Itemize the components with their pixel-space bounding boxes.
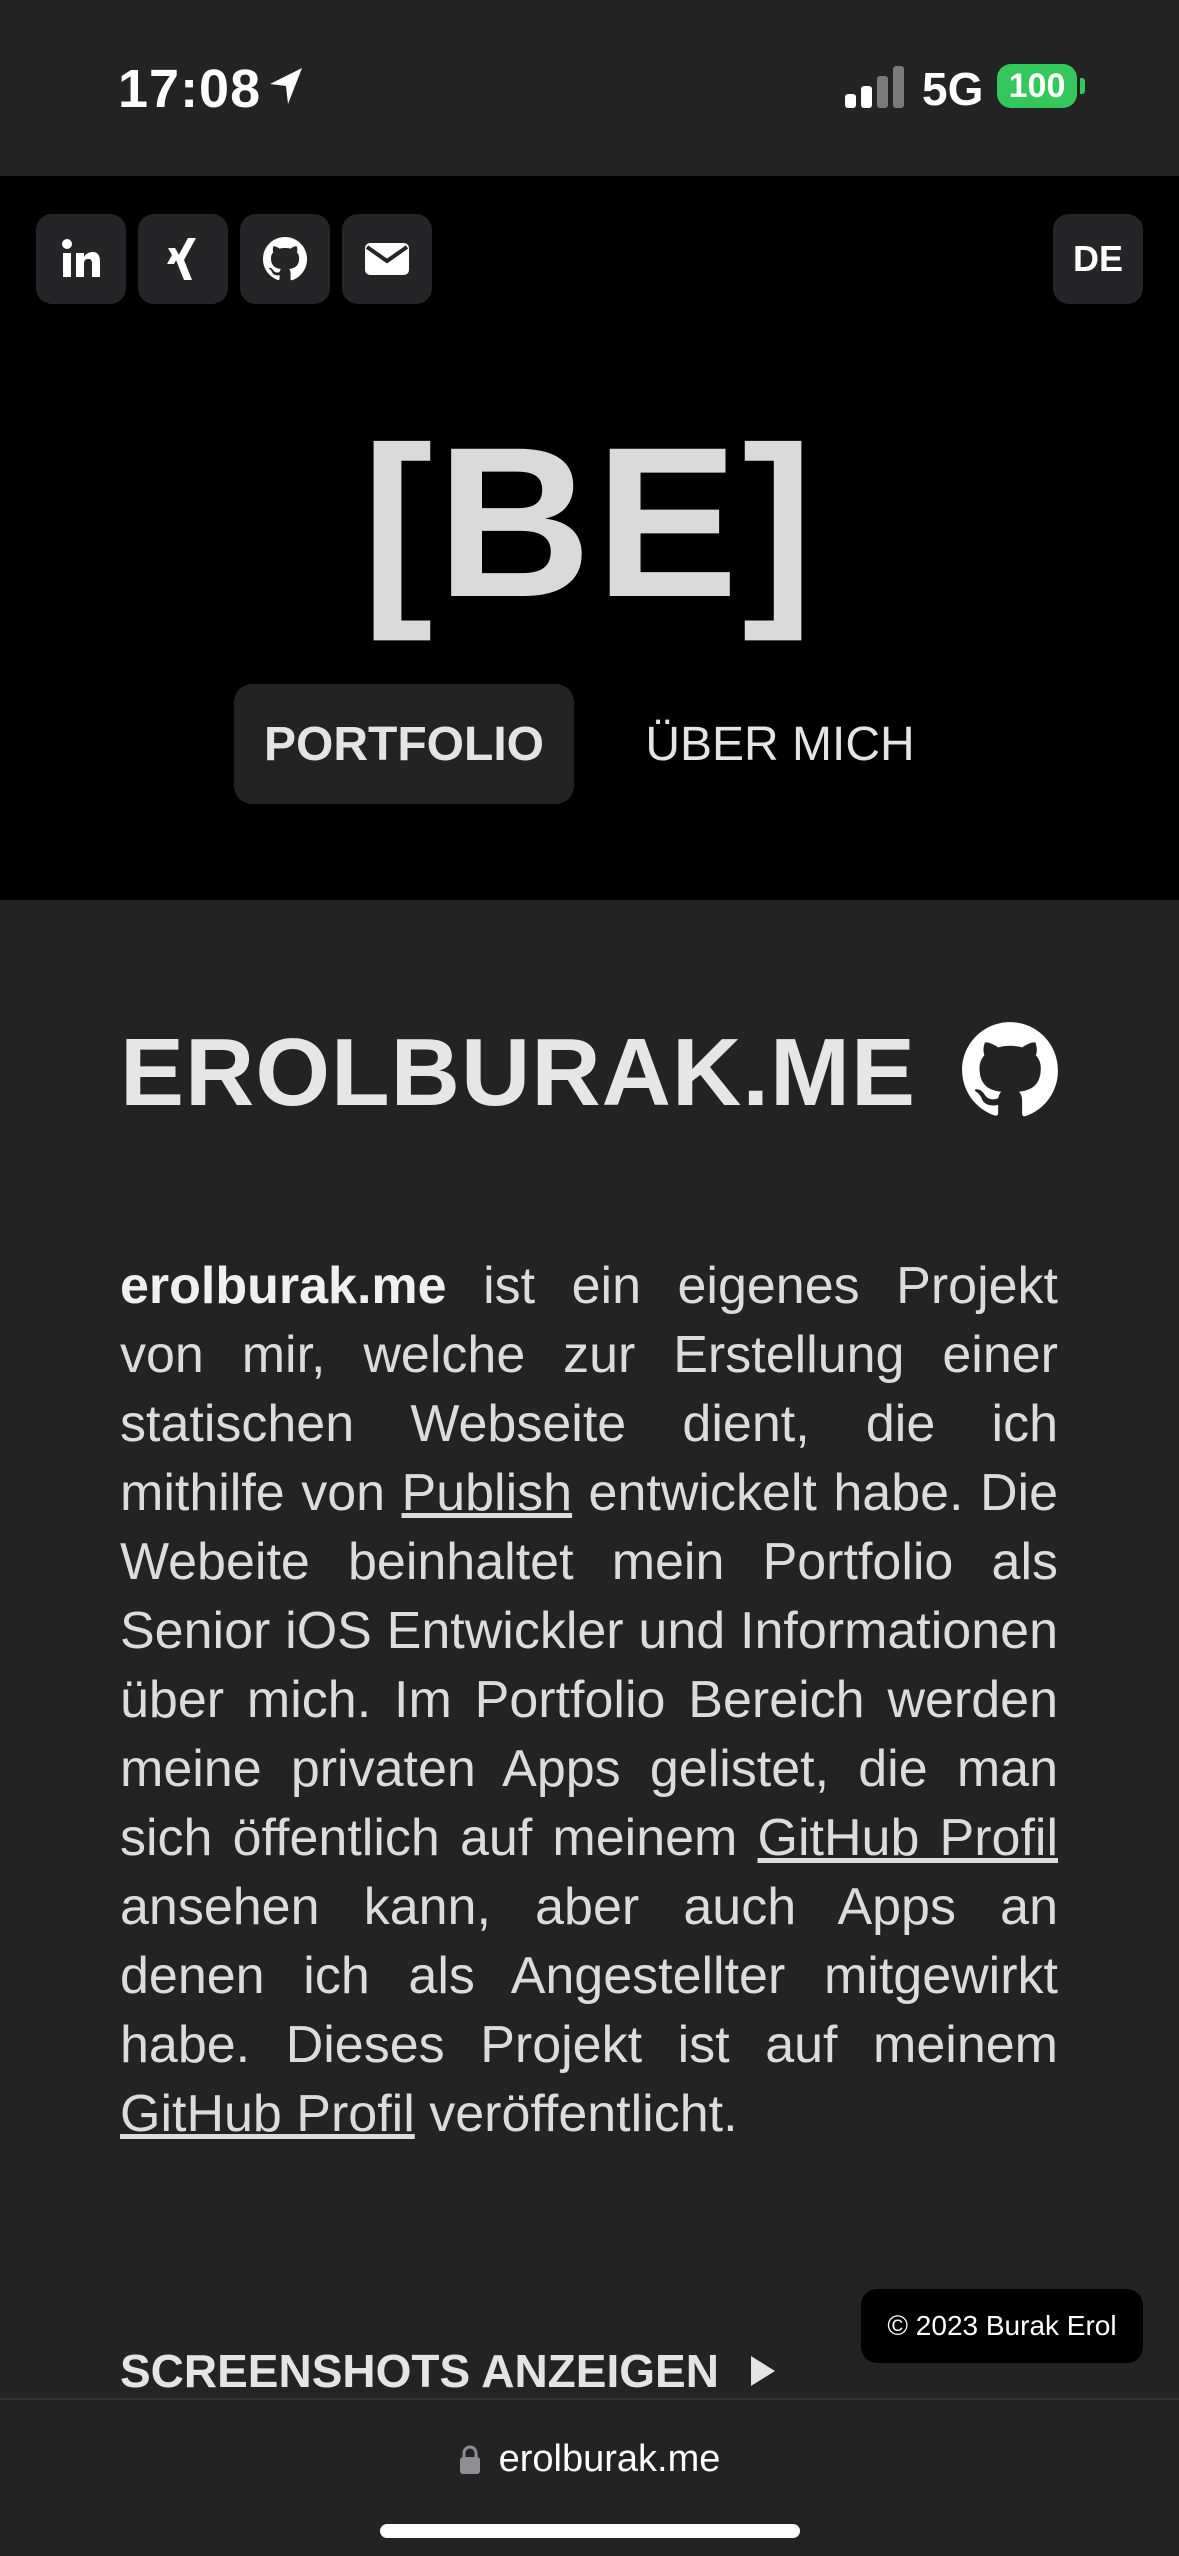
description-text-2: entwickelt habe. Die Webeite beinhaltet … bbox=[120, 1464, 1058, 1867]
url-text: erolburak.me bbox=[498, 2438, 721, 2480]
project-description: erolburak.me ist ein eigenes Projekt von… bbox=[120, 1252, 1058, 2149]
email-icon bbox=[365, 243, 409, 275]
browser-url-bar[interactable]: erolburak.me bbox=[0, 2398, 1179, 2556]
publish-link[interactable]: Publish bbox=[402, 1464, 573, 1522]
location-arrow-icon bbox=[270, 68, 302, 104]
nav-about[interactable]: ÜBER MICH bbox=[610, 684, 950, 804]
site-logo[interactable]: [BE] bbox=[0, 416, 1179, 630]
description-text-3: ansehen kann, aber auch Apps an denen ic… bbox=[120, 1878, 1058, 2074]
linkedin-icon bbox=[62, 239, 100, 277]
cellular-signal-icon bbox=[845, 64, 905, 108]
project-name: erolburak.me bbox=[120, 1257, 447, 1315]
triangle-right-icon bbox=[750, 2356, 775, 2386]
battery-tip bbox=[1080, 78, 1085, 94]
github-profile-link-2[interactable]: GitHub Profil bbox=[120, 2085, 415, 2143]
github-button[interactable] bbox=[240, 214, 330, 304]
language-toggle-button[interactable]: DE bbox=[1053, 214, 1143, 304]
page: 17:08 5G 100 DE [BE] PORTFOLIO ÜBER MICH… bbox=[0, 0, 1179, 2556]
xing-button[interactable] bbox=[138, 214, 228, 304]
network-type: 5G bbox=[922, 63, 984, 115]
linkedin-button[interactable] bbox=[36, 214, 126, 304]
battery-icon: 100 bbox=[997, 64, 1077, 108]
xing-icon bbox=[167, 238, 196, 280]
github-icon bbox=[262, 236, 308, 281]
lock-icon bbox=[459, 2445, 480, 2474]
status-bar: 17:08 5G 100 bbox=[0, 0, 1179, 176]
email-button[interactable] bbox=[342, 214, 432, 304]
site-header: DE [BE] PORTFOLIO ÜBER MICH bbox=[0, 176, 1179, 900]
project-title: EROLBURAK.ME bbox=[120, 1019, 916, 1126]
url-field[interactable]: erolburak.me bbox=[0, 2438, 1179, 2481]
status-time: 17:08 bbox=[118, 59, 262, 119]
show-screenshots-button[interactable]: SCREENSHOTS ANZEIGEN bbox=[120, 2344, 777, 2398]
github-profile-link[interactable]: GitHub Profil bbox=[758, 1809, 1058, 1867]
nav-portfolio[interactable]: PORTFOLIO bbox=[234, 684, 574, 804]
project-github-icon[interactable] bbox=[960, 1020, 1060, 1120]
home-indicator[interactable] bbox=[380, 2524, 800, 2538]
copyright-badge: © 2023 Burak Erol bbox=[861, 2289, 1143, 2363]
description-text-4: veröffentlicht. bbox=[414, 2085, 738, 2143]
show-screenshots-label: SCREENSHOTS ANZEIGEN bbox=[120, 2345, 719, 2397]
